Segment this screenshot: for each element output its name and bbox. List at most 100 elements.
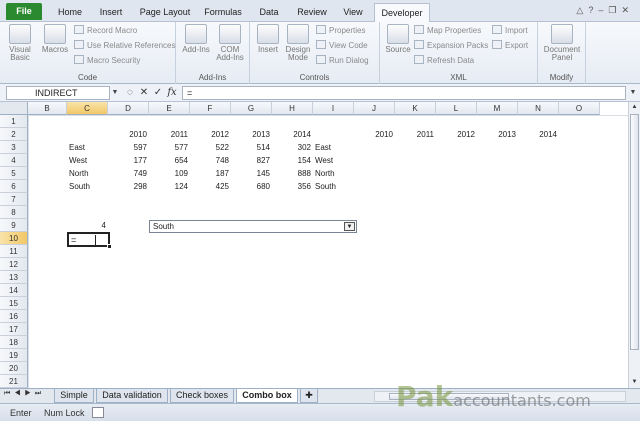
view-code-button[interactable]: View Code [316,39,368,52]
last-sheet-icon[interactable]: ⏭ [35,390,45,397]
scroll-up-icon[interactable]: ▲ [629,102,640,113]
row-header-7[interactable]: 7 [0,193,28,206]
row-header-8[interactable]: 8 [0,206,28,219]
sheet-tab-check-boxes[interactable]: Check boxes [170,389,234,403]
tab-review[interactable]: Review [292,3,332,22]
tab-formulas[interactable]: Formulas [198,3,248,22]
data-cell: 888 [297,169,311,178]
combo-box-control[interactable]: South ▼ [149,220,357,233]
visual-basic-button[interactable]: Visual Basic [4,24,36,62]
source-button[interactable]: Source [382,24,414,54]
refresh-data-button[interactable]: Refresh Data [414,54,474,67]
row-header-13[interactable]: 13 [0,271,28,284]
vertical-scroll-thumb[interactable] [630,114,639,350]
column-header-h[interactable]: H [272,102,313,115]
close-icon[interactable]: ✕ [621,5,634,15]
row-header-16[interactable]: 16 [0,310,28,323]
insert-sheet-icon[interactable]: ✚ [300,389,318,403]
insert-control-button[interactable]: Insert [254,24,282,54]
column-header-i[interactable]: I [313,102,354,115]
tab-view[interactable]: View [336,3,370,22]
active-cell-c10[interactable]: = [67,232,112,249]
status-num-lock: Num Lock [44,408,85,418]
scroll-down-icon[interactable]: ▼ [629,377,640,388]
run-dialog-button[interactable]: Run Dialog [316,54,369,67]
insert-function-button[interactable]: fx [166,86,178,100]
select-all-corner[interactable] [0,102,28,115]
column-header-k[interactable]: K [395,102,436,115]
column-header-e[interactable]: E [149,102,190,115]
sheet-tab-combo-box[interactable]: Combo box [236,389,298,403]
row-header-2[interactable]: 2 [0,128,28,141]
column-header-c[interactable]: C [67,102,108,115]
column-header-o[interactable]: O [559,102,600,115]
tab-data[interactable]: Data [252,3,286,22]
document-panel-button[interactable]: Document Panel [542,24,582,62]
tab-developer[interactable]: Developer [374,3,430,23]
expansion-packs-button[interactable]: Expansion Packs [414,39,488,52]
first-sheet-icon[interactable]: ⏮ [4,390,14,397]
cancel-icon[interactable]: ✕ [138,86,150,100]
tab-insert[interactable]: Insert [92,3,130,22]
row-header-12[interactable]: 12 [0,258,28,271]
column-header-m[interactable]: M [477,102,518,115]
name-box[interactable]: INDIRECT [6,86,110,100]
column-header-l[interactable]: L [436,102,477,115]
column-header-f[interactable]: F [190,102,231,115]
minimize-ribbon-icon[interactable]: △ [576,5,588,15]
record-macro-button[interactable]: Record Macro [74,24,137,37]
column-header-b[interactable]: B [28,102,67,115]
add-ins-button[interactable]: Add-Ins [180,24,212,54]
combo-dropdown-icon[interactable]: ▼ [344,222,355,231]
row-header-20[interactable]: 20 [0,362,28,375]
tab-file[interactable]: File [6,3,42,20]
help-icon[interactable]: ? [588,5,598,15]
row-header-19[interactable]: 19 [0,349,28,362]
column-header-n[interactable]: N [518,102,559,115]
column-header-g[interactable]: G [231,102,272,115]
row-header-1[interactable]: 1 [0,115,28,128]
macro-record-icon[interactable] [92,407,104,418]
expand-handle-icon[interactable]: ◌ [124,86,136,100]
row-header-21[interactable]: 21 [0,375,28,388]
tab-page-layout[interactable]: Page Layout [136,3,194,22]
name-box-dropdown-icon[interactable]: ▼ [110,86,120,100]
properties-button[interactable]: Properties [316,24,365,37]
com-add-ins-button[interactable]: COM Add-Ins [214,24,246,62]
formula-input[interactable]: = [182,86,626,100]
column-header-d[interactable]: D [108,102,149,115]
use-relative-references-button[interactable]: Use Relative References [74,39,175,52]
row-header-14[interactable]: 14 [0,284,28,297]
row-header-5[interactable]: 5 [0,167,28,180]
row-header-4[interactable]: 4 [0,154,28,167]
restore-icon[interactable]: ❐ [608,5,621,15]
sheet-tab-simple[interactable]: Simple [54,389,94,403]
macros-button[interactable]: Macros [38,24,72,54]
minimize-icon[interactable]: – [598,5,608,15]
next-sheet-icon[interactable]: ▶ [25,390,35,397]
row-header-9[interactable]: 9 [0,219,28,232]
fill-handle[interactable] [107,244,112,249]
window-controls[interactable]: △?–❐✕ [576,5,634,16]
prev-sheet-icon[interactable]: ◀ [14,390,24,397]
macro-security-button[interactable]: Macro Security [74,54,140,67]
design-mode-button[interactable]: Design Mode [282,24,314,62]
row-header-15[interactable]: 15 [0,297,28,310]
sheet-nav-buttons[interactable]: ⏮◀▶⏭ [4,390,45,398]
column-header-j[interactable]: J [354,102,395,115]
row-header-18[interactable]: 18 [0,336,28,349]
vertical-scrollbar[interactable]: ▲ ▼ [628,102,640,388]
map-properties-button[interactable]: Map Properties [414,24,481,37]
row-header-6[interactable]: 6 [0,180,28,193]
import-button[interactable]: Import [492,24,528,37]
row-header-11[interactable]: 11 [0,245,28,258]
row-header-17[interactable]: 17 [0,323,28,336]
export-button[interactable]: Export [492,39,528,52]
row-header-10[interactable]: 10 [0,232,28,245]
sheet-tab-data-validation[interactable]: Data validation [96,389,168,403]
row-header-3[interactable]: 3 [0,141,28,154]
tab-home[interactable]: Home [52,3,88,22]
enter-check-icon[interactable]: ✓ [152,86,164,100]
worksheet-grid[interactable]: BCDEFGHIJKLMNO 1 2 3 4 5 6 7 8 9 10 11 12 13 14 15 16 17… [0,102,628,388]
expand-formula-bar-icon[interactable]: ▼ [628,86,638,100]
